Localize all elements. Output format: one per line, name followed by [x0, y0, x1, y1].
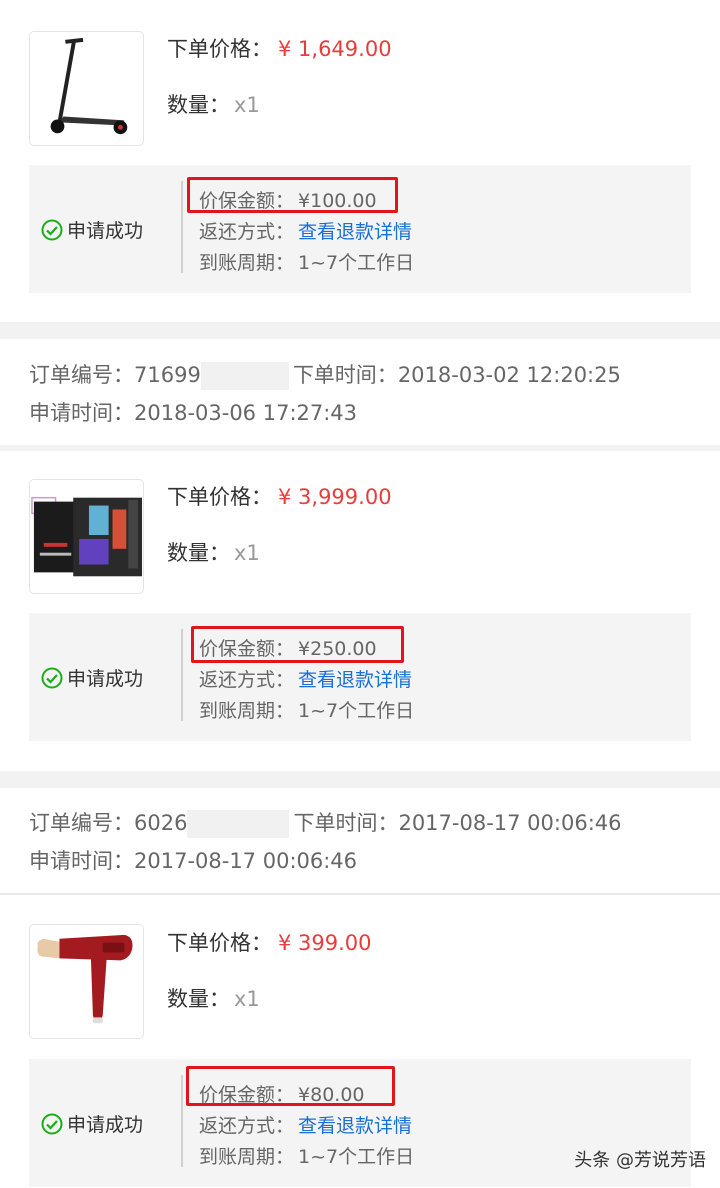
- product-image-scooter[interactable]: [29, 31, 144, 146]
- section-gap: [0, 322, 720, 339]
- refund-detail-link[interactable]: 查看退款详情: [298, 669, 412, 691]
- section-gap: [0, 771, 720, 788]
- highlight-box: [191, 626, 404, 663]
- redacted-mask: [200, 362, 289, 390]
- quantity-value: x1: [234, 987, 260, 1011]
- order-time-label: 下单时间：: [293, 811, 399, 835]
- apply-time-value: 2017-08-17 00:06:46: [134, 849, 358, 873]
- order-number-value: 6026: [134, 811, 188, 835]
- arrival-period-row: 到账周期： 1~7个工作日: [199, 248, 414, 275]
- status-text: 申请成功: [67, 1114, 144, 1136]
- order-info-2: 订单编号：6026 下单时间：2017-08-17 00:06:46 申请时间：2…: [0, 788, 720, 893]
- highlight-box: [186, 1066, 395, 1106]
- price-row: 下单价格： ¥ 3,999.00: [167, 481, 392, 511]
- arrival-period-value: 1~7个工作日: [298, 1146, 415, 1168]
- apply-time-row: 申请时间：2018-03-06 17:27:43: [29, 397, 357, 427]
- status-success: 申请成功: [41, 664, 143, 691]
- refund-method-row: 返还方式： 查看退款详情: [199, 217, 412, 244]
- redacted-mask: [187, 810, 290, 838]
- quantity-label: 数量：: [167, 93, 230, 117]
- order-number-value: 71699: [134, 363, 201, 387]
- watermark-text: 头条 @芳说芳语: [574, 1150, 706, 1171]
- price-row: 下单价格： ¥ 1,649.00: [167, 33, 392, 63]
- quantity-row: 数量： x1: [167, 537, 260, 567]
- product-card-1: 下单价格： ¥ 1,649.00 数量： x1 申请成功 价保金额： ¥100.00 …: [0, 0, 720, 322]
- order-number-label: 订单编号：: [29, 811, 134, 835]
- motherboard-icon: [30, 496, 143, 577]
- scooter-icon: [50, 37, 128, 135]
- status-success: 申请成功: [41, 216, 143, 243]
- check-circle-icon: [41, 667, 63, 688]
- product-card-3: 下单价格： ¥ 399.00 数量： x1 申请成功 价保金额： ¥80.00 返还方…: [0, 895, 720, 1188]
- highlight-box: [187, 177, 398, 213]
- quantity-row: 数量： x1: [167, 983, 260, 1013]
- price-protection-box: 申请成功 价保金额： ¥100.00 返还方式： 查看退款详情 到账周期： 1~7个工…: [29, 165, 691, 293]
- status-success: 申请成功: [41, 1110, 143, 1137]
- quantity-value: x1: [234, 93, 260, 117]
- arrival-period-label: 到账周期：: [199, 700, 295, 722]
- divider: [181, 181, 183, 273]
- refund-method-label: 返还方式：: [199, 1115, 295, 1137]
- order-number-row: 订单编号：71699 下单时间：2018-03-02 12:20:25: [29, 359, 621, 390]
- product-image-hair-dryer[interactable]: [29, 924, 144, 1039]
- apply-time-label: 申请时间：: [29, 401, 134, 425]
- product-card-2: 下单价格： ¥ 3,999.00 数量： x1 申请成功 价保金额： ¥250.00 …: [0, 451, 720, 771]
- arrival-period-label: 到账周期：: [199, 1146, 295, 1168]
- price-protection-box: 申请成功 价保金额： ¥250.00 返还方式： 查看退款详情 到账周期： 1~7个工…: [29, 613, 691, 741]
- order-time-value: 2017-08-17 00:06:46: [398, 811, 622, 835]
- hair-dryer-icon: [37, 934, 133, 1024]
- price-label: 下单价格：: [167, 485, 272, 509]
- order-number-label: 订单编号：: [29, 363, 134, 387]
- price-value: ¥ 1,649.00: [278, 37, 392, 61]
- refund-method-label: 返还方式：: [199, 669, 295, 691]
- price-label: 下单价格：: [167, 931, 272, 955]
- apply-time-value: 2018-03-06 17:27:43: [134, 401, 358, 425]
- price-row: 下单价格： ¥ 399.00: [167, 927, 372, 957]
- apply-time-label: 申请时间：: [29, 849, 134, 873]
- order-time-value: 2018-03-02 12:20:25: [397, 363, 621, 387]
- quantity-label: 数量：: [167, 987, 230, 1011]
- quantity-row: 数量： x1: [167, 89, 260, 119]
- status-text: 申请成功: [67, 668, 144, 690]
- price-value: ¥ 399.00: [278, 931, 372, 955]
- check-circle-icon: [41, 219, 63, 240]
- refund-detail-link[interactable]: 查看退款详情: [298, 221, 412, 243]
- quantity-label: 数量：: [167, 541, 230, 565]
- divider: [181, 629, 183, 721]
- order-number-row: 订单编号：6026 下单时间：2017-08-17 00:06:46: [29, 807, 622, 838]
- arrival-period-label: 到账周期：: [199, 252, 295, 274]
- refund-method-label: 返还方式：: [199, 221, 295, 243]
- arrival-period-row: 到账周期： 1~7个工作日: [199, 696, 414, 723]
- refund-detail-link[interactable]: 查看退款详情: [298, 1115, 412, 1137]
- check-circle-icon: [41, 1113, 63, 1134]
- arrival-period-value: 1~7个工作日: [298, 252, 415, 274]
- price-value: ¥ 3,999.00: [278, 485, 392, 509]
- status-text: 申请成功: [67, 220, 144, 242]
- refund-method-row: 返还方式： 查看退款详情: [199, 665, 412, 692]
- order-info-1: 订单编号：71699 下单时间：2018-03-02 12:20:25 申请时间：…: [0, 339, 720, 445]
- divider: [181, 1075, 183, 1167]
- price-label: 下单价格：: [167, 37, 272, 61]
- order-time-label: 下单时间：: [292, 363, 398, 387]
- arrival-period-value: 1~7个工作日: [298, 700, 415, 722]
- refund-method-row: 返还方式： 查看退款详情: [199, 1111, 412, 1138]
- apply-time-row: 申请时间：2017-08-17 00:06:46: [29, 845, 357, 875]
- quantity-value: x1: [234, 541, 260, 565]
- product-image-motherboard[interactable]: [29, 479, 144, 594]
- arrival-period-row: 到账周期： 1~7个工作日: [199, 1142, 414, 1169]
